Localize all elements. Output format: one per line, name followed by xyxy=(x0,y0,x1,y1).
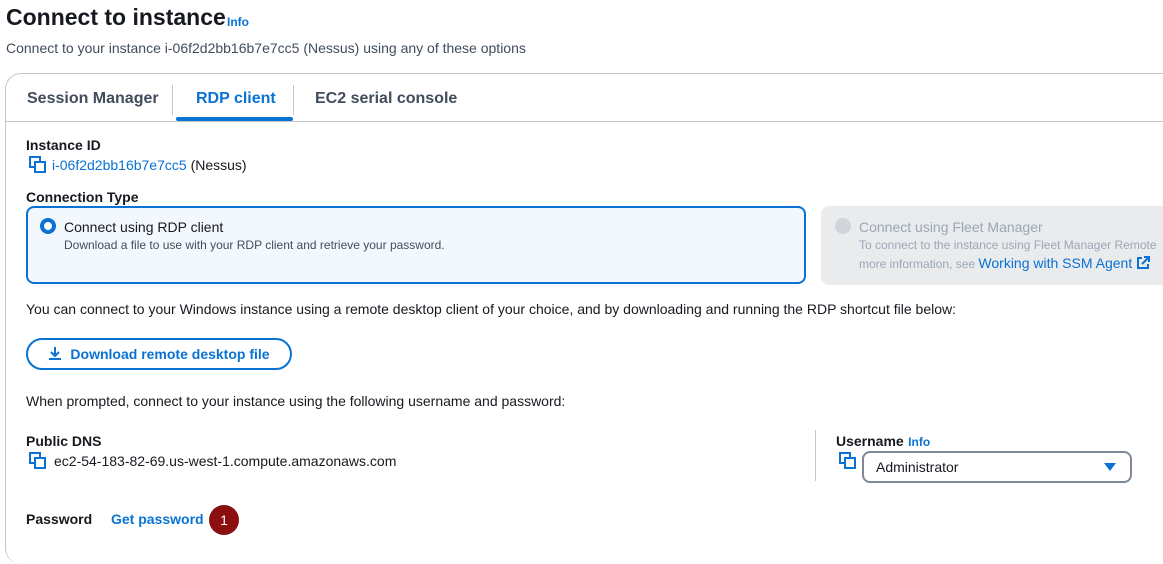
column-divider xyxy=(815,430,816,481)
username-select-value: Administrator xyxy=(876,459,959,475)
page-subtitle: Connect to your instance i-06f2d2bb16b7e… xyxy=(6,40,526,56)
tab-divider xyxy=(172,85,173,115)
username-select[interactable]: Administrator xyxy=(862,451,1132,483)
instance-name: (Nessus) xyxy=(190,157,247,173)
page-title: Connect to instance xyxy=(6,4,226,30)
password-label: Password xyxy=(26,511,93,527)
public-dns-label: Public DNS xyxy=(26,433,102,449)
get-password-link[interactable]: Get password xyxy=(111,511,204,527)
working-with-ssm-agent-link[interactable]: Working with SSM Agent xyxy=(978,255,1132,271)
rdp-client-radio[interactable] xyxy=(40,218,56,234)
tab-rdp-client[interactable]: RDP client xyxy=(196,90,276,108)
instance-id-link[interactable]: i-06f2d2bb16b7e7cc5 xyxy=(52,157,187,173)
connection-type-label: Connection Type xyxy=(26,189,139,205)
fleet-manager-option-title: Connect using Fleet Manager xyxy=(859,219,1043,235)
username-info-link[interactable]: Info xyxy=(908,435,930,449)
tab-divider xyxy=(293,85,294,115)
credentials-prompt-text: When prompted, connect to your instance … xyxy=(26,393,566,409)
download-icon xyxy=(48,346,62,363)
caret-down-icon xyxy=(1104,463,1116,471)
public-dns-value: ec2-54-183-82-69.us-west-1.compute.amazo… xyxy=(54,453,397,469)
info-link[interactable]: Info xyxy=(227,15,249,29)
fleet-manager-option-description: To connect to the instance using Fleet M… xyxy=(859,238,1157,252)
instance-id-label: Instance ID xyxy=(26,137,101,153)
download-button-label: Download remote desktop file xyxy=(70,346,270,362)
download-remote-desktop-file-button[interactable]: Download remote desktop file xyxy=(26,338,292,370)
username-label: Username xyxy=(836,433,904,449)
copy-icon[interactable] xyxy=(29,452,47,470)
fleet-manager-more-info: more information, see xyxy=(859,257,976,271)
copy-icon[interactable] xyxy=(839,452,857,470)
rdp-instructions-text: You can connect to your Windows instance… xyxy=(26,301,957,317)
rdp-client-option-title: Connect using RDP client xyxy=(64,219,224,235)
step-number-badge: 1 xyxy=(209,505,239,535)
connect-panel xyxy=(5,73,1163,564)
tab-ec2-serial-console[interactable]: EC2 serial console xyxy=(315,90,457,108)
fleet-manager-radio xyxy=(835,218,851,234)
rdp-client-option-description: Download a file to use with your RDP cli… xyxy=(64,238,445,252)
tab-bar-divider xyxy=(6,121,1163,122)
external-link-icon xyxy=(1136,256,1150,273)
tab-session-manager[interactable]: Session Manager xyxy=(27,90,159,108)
copy-icon[interactable] xyxy=(29,156,47,174)
